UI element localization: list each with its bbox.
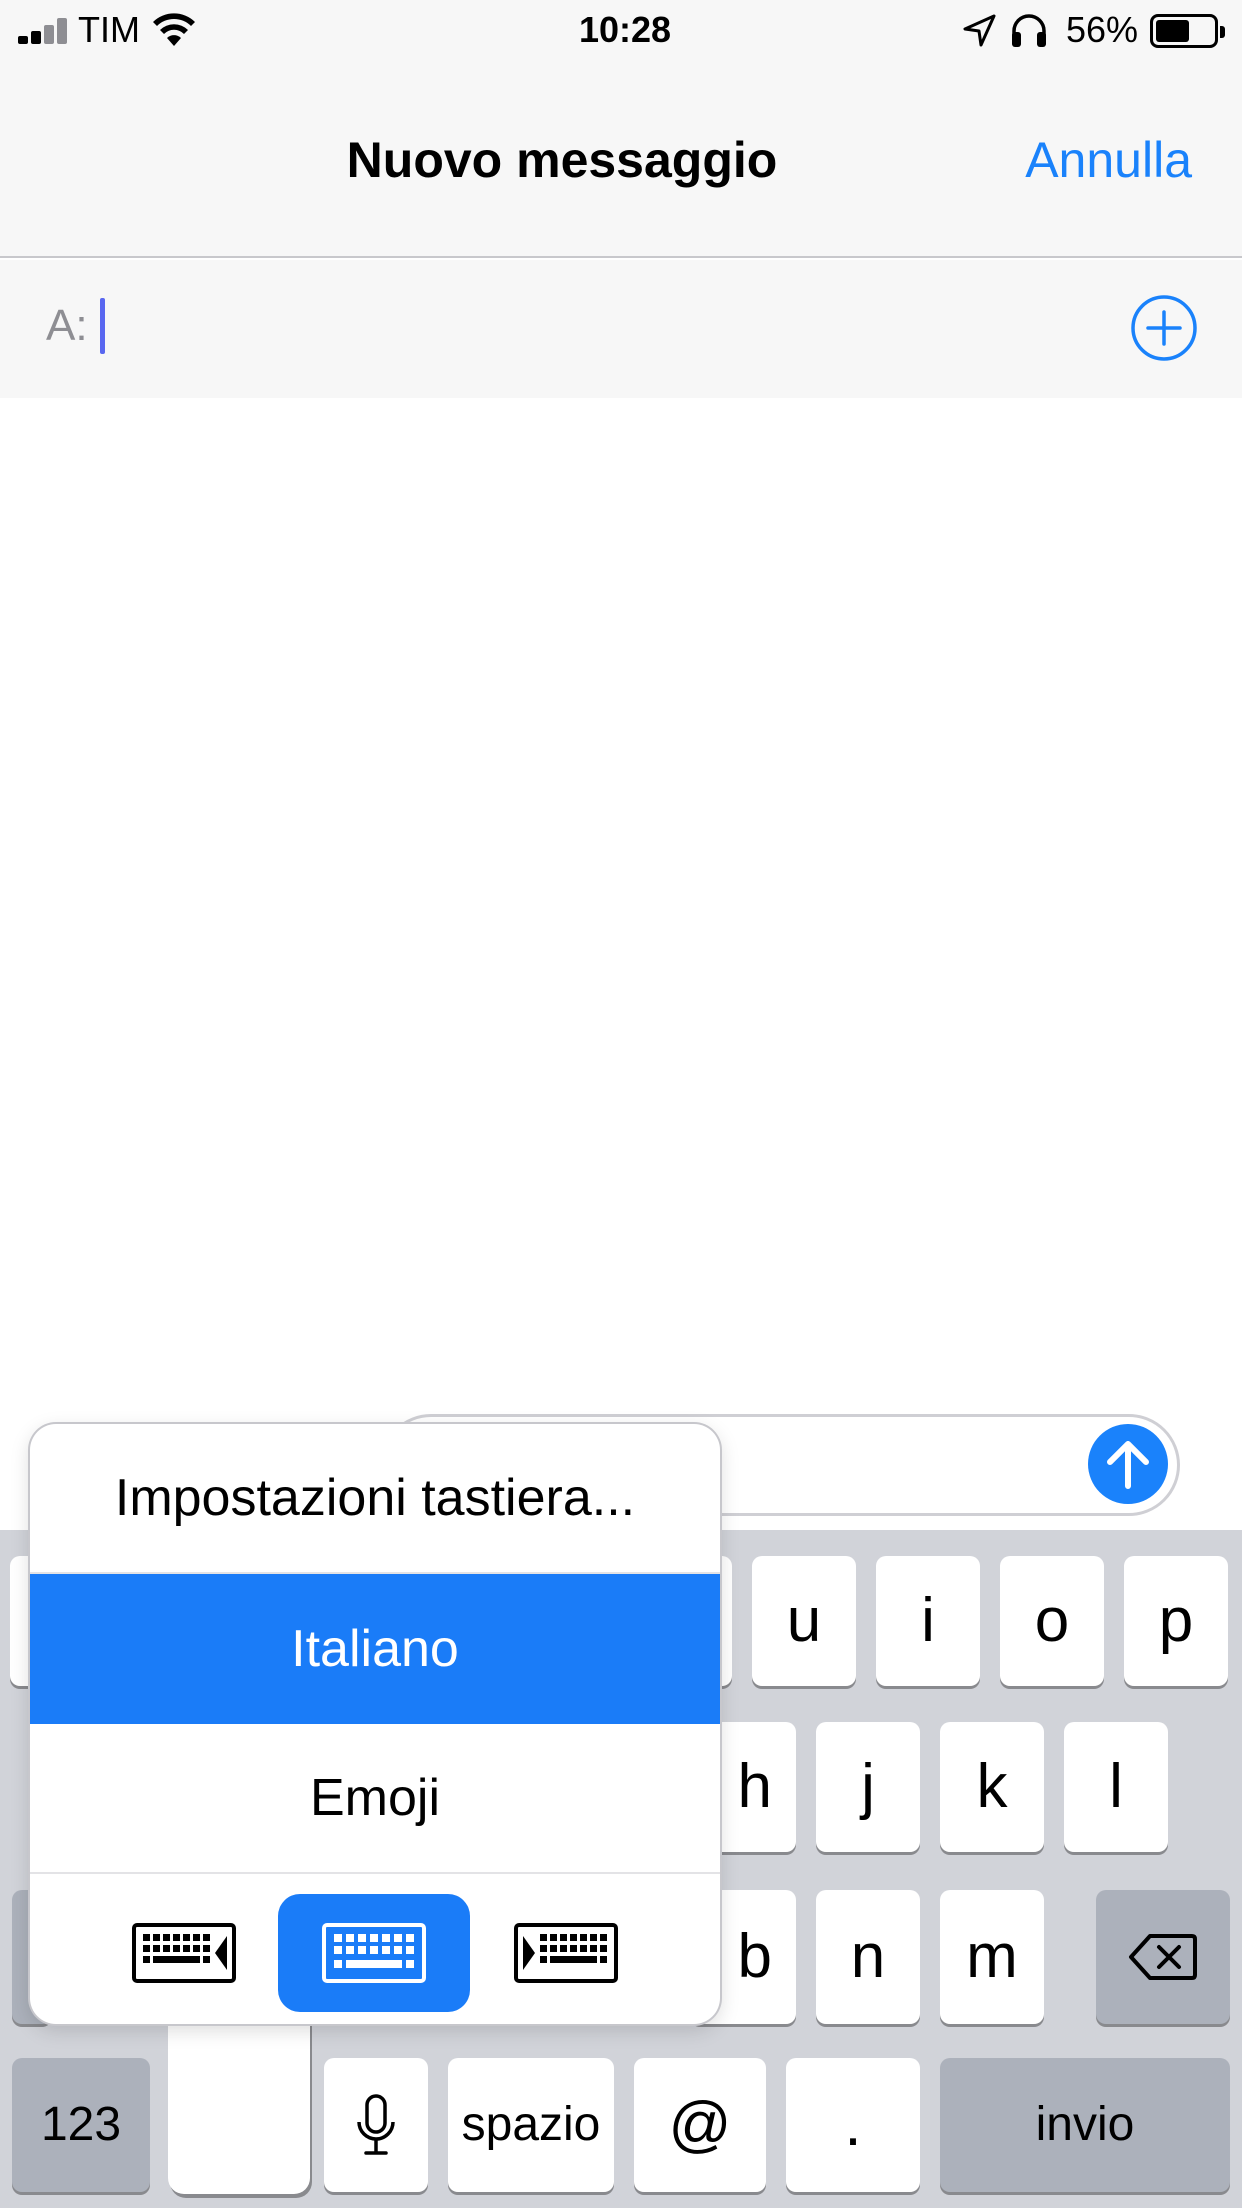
keyboard-settings-item[interactable]: Impostazioni tastiera... — [30, 1424, 720, 1574]
key-k[interactable]: k — [940, 1722, 1044, 1852]
recipient-row: A: — [0, 260, 1242, 398]
language-italiano-item[interactable]: Italiano — [30, 1574, 720, 1724]
battery-percent: 56% — [1066, 9, 1139, 50]
status-bar: TIM 10:28 56% — [0, 0, 1242, 60]
keyboard-right-button[interactable] — [470, 1894, 662, 2012]
keyboard-full-icon — [322, 1923, 426, 1983]
recipient-input[interactable] — [100, 296, 1100, 356]
key-j[interactable]: j — [816, 1722, 920, 1852]
cancel-button[interactable]: Annulla — [1025, 130, 1192, 190]
key-o[interactable]: o — [1000, 1556, 1104, 1686]
arrow-up-icon — [1107, 1441, 1149, 1489]
add-contact-button[interactable] — [1130, 294, 1198, 362]
keyboard-left-icon — [132, 1923, 236, 1983]
key-n[interactable]: n — [816, 1890, 920, 2024]
numbers-key[interactable]: 123 — [12, 2058, 150, 2192]
text-caret — [100, 298, 105, 354]
emoji-keyboard-item[interactable]: Emoji — [30, 1724, 720, 1874]
key-m[interactable]: m — [940, 1890, 1044, 2024]
recipient-label: A: — [46, 301, 88, 350]
backspace-icon — [1129, 1934, 1197, 1980]
space-key[interactable]: spazio — [448, 2058, 614, 2192]
battery-icon — [1150, 14, 1225, 48]
keyboard-full-button[interactable] — [278, 1894, 470, 2012]
headphones-icon — [1012, 14, 1046, 47]
dictation-key[interactable] — [324, 2058, 428, 2192]
microphone-icon — [357, 2094, 395, 2155]
send-button[interactable] — [1088, 1424, 1168, 1504]
keyboard-switcher-menu: Impostazioni tastiera... Italiano Emoji — [30, 1424, 720, 2024]
at-key[interactable]: @ — [634, 2058, 766, 2192]
key-i[interactable]: i — [876, 1556, 980, 1686]
dot-key[interactable]: . — [786, 2058, 920, 2192]
keyboard-right-icon — [514, 1923, 618, 1983]
keyboard-left-button[interactable] — [88, 1894, 280, 2012]
key-l[interactable]: l — [1064, 1722, 1168, 1852]
navigation-bar: Nuovo messaggio Annulla — [0, 60, 1242, 258]
globe-key[interactable] — [168, 2010, 310, 2194]
page-title: Nuovo messaggio — [346, 132, 778, 188]
key-p[interactable]: p — [1124, 1556, 1228, 1686]
return-key[interactable]: invio — [940, 2058, 1230, 2192]
key-u[interactable]: u — [752, 1556, 856, 1686]
clock: 10:28 — [578, 9, 672, 50]
backspace-key[interactable] — [1096, 1890, 1230, 2024]
location-arrow-icon — [963, 14, 996, 47]
